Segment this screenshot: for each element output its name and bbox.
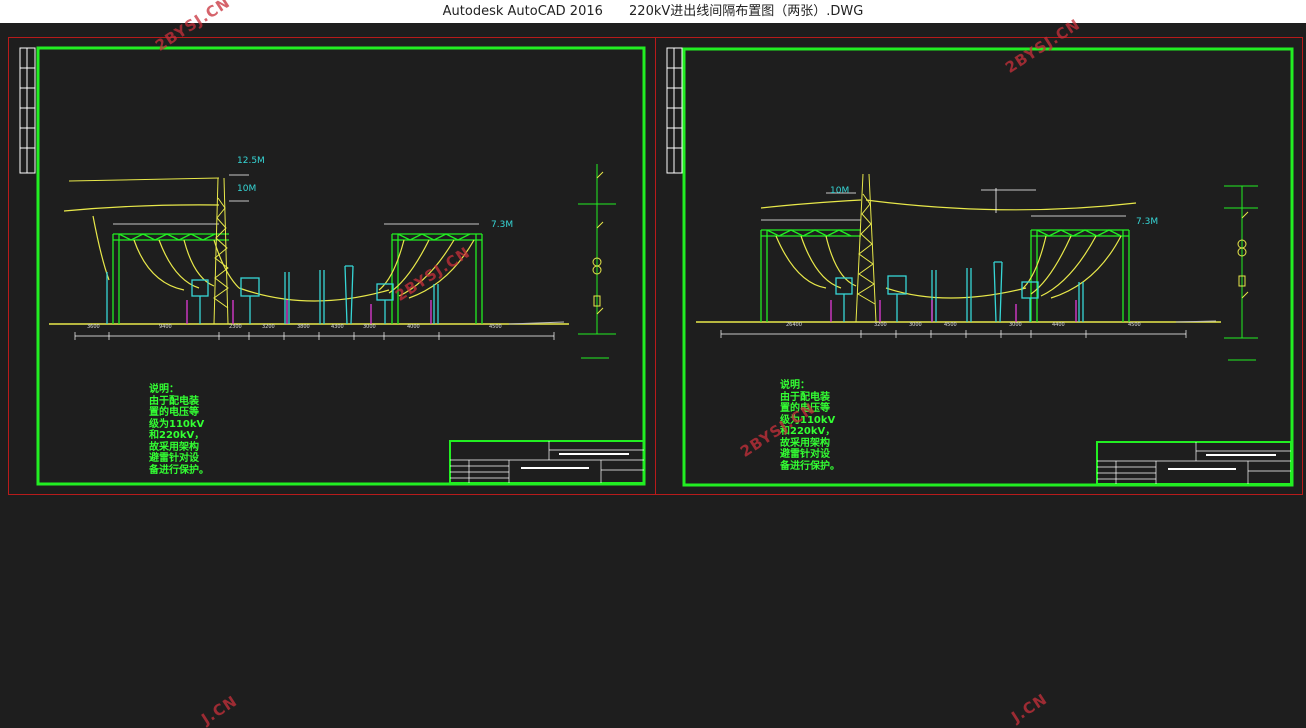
drawing-frame: [36, 46, 646, 486]
dim-text: 3000: [909, 322, 922, 328]
drawing-sheet-right[interactable]: 10M 7.3M 26400 3200 3000 4500 3000 4400 …: [655, 37, 1303, 495]
drawing-sheet-left[interactable]: 12.5M 10M 7.3M 3600 9400 2300 3200 3800 …: [8, 37, 656, 495]
dim-text: 3200: [262, 324, 275, 330]
dim-text: 3000: [363, 324, 376, 330]
drawing-left-graphics: [19, 46, 646, 486]
height-label-10m: 10M: [237, 184, 257, 194]
dim-text: 3200: [874, 322, 887, 328]
watermark: J.CN: [1008, 689, 1051, 727]
drawing-canvas[interactable]: 12.5M 10M 7.3M 3600 9400 2300 3200 3800 …: [0, 0, 1306, 728]
file-name: 220kV进出线间隔布置图（两张）.DWG: [629, 4, 864, 19]
dim-text: 4500: [944, 322, 957, 328]
dim-text: 4300: [331, 324, 344, 330]
design-note-left: 说明： 由于配电装 置的电压等 级为110kV 和220kV， 故采用架构 避雷…: [149, 384, 209, 476]
dim-text: 3800: [297, 324, 310, 330]
app-name: Autodesk AutoCAD 2016: [442, 4, 603, 19]
dim-text: 26400: [786, 322, 802, 328]
dim-text: 9400: [159, 324, 172, 330]
left-side-strip: [666, 47, 683, 174]
dim-text: 4500: [489, 324, 502, 330]
dim-text: 2300: [229, 324, 242, 330]
height-label-7-3m: 7.3M: [491, 220, 514, 230]
dim-text: 3000: [1009, 322, 1022, 328]
height-label-10m: 10M: [830, 186, 850, 196]
left-side-strip: [19, 47, 36, 174]
height-label-12-5m: 12.5M: [237, 156, 265, 166]
watermark: J.CN: [198, 691, 241, 728]
dim-text: 4400: [1052, 322, 1065, 328]
height-label-7-3m: 7.3M: [1136, 217, 1159, 227]
dim-text: 4500: [1128, 322, 1141, 328]
title-block-right: [1096, 441, 1292, 485]
drawing-right-graphics: [666, 47, 1294, 487]
dim-text: 4000: [407, 324, 420, 330]
title-block-left: [449, 440, 645, 484]
dim-text: 3600: [87, 324, 100, 330]
